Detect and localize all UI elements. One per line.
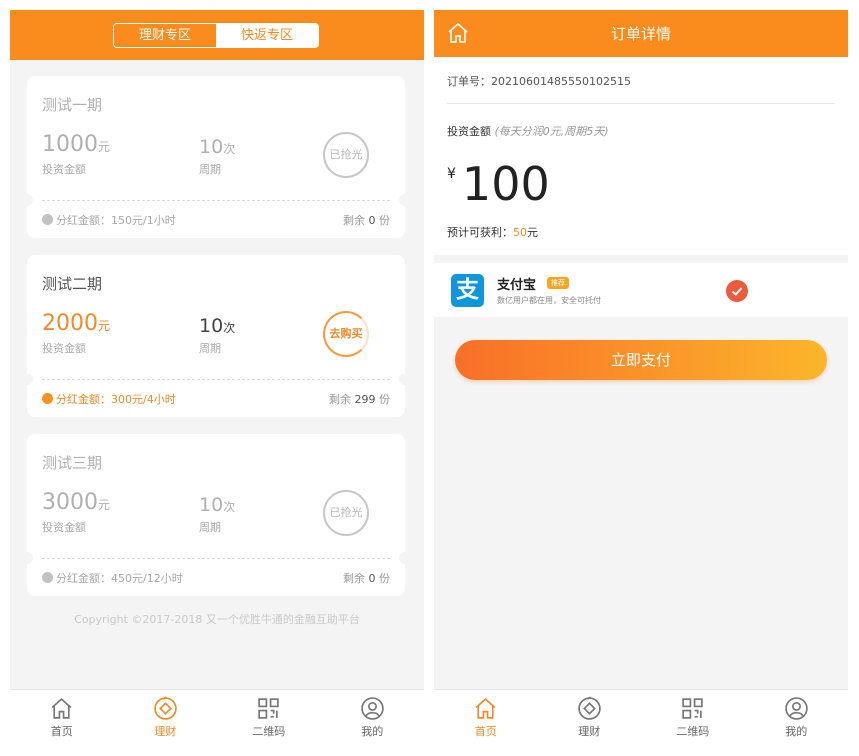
product-list-screen: 理财专区 快返专区 测试一期 1000元 投资金额 10次 周期 已抢光 分红金… (10, 10, 424, 746)
nav-mine[interactable]: 我的 (321, 690, 425, 746)
bottom-tab-bar: 首页 理财 二维码 我的 (10, 689, 424, 746)
product-card-2[interactable]: 测试二期 2000元 投资金额 10次 周期 去购买 分红金额：300元/4小时… (21, 255, 411, 417)
card-divider (42, 379, 390, 380)
zone-switcher: 理财专区 快返专区 (113, 23, 319, 48)
coin-icon (42, 572, 53, 583)
payment-name: 支付宝 (497, 278, 537, 293)
amount-label: 投资金额 (42, 521, 86, 534)
finance-icon (578, 696, 601, 720)
nav-qrcode[interactable]: 二维码 (641, 690, 745, 746)
order-detail-header: 订单详情 (434, 10, 848, 57)
dividend-row: 分红金额：450元/12小时 剩余 0 份 (42, 570, 390, 586)
home-icon (51, 698, 72, 719)
product-title: 测试一期 (42, 96, 103, 114)
amount-label: 投资金额 (42, 163, 86, 176)
qrcode-icon (258, 698, 279, 719)
payment-method-alipay[interactable]: 支 支付宝 推荐 数亿用户都在用，安全可托付 (434, 263, 848, 317)
sold-out-stamp: 已抢光 (323, 132, 369, 178)
amount-label: 投资金额 (42, 342, 86, 355)
home-icon (475, 698, 496, 719)
nav-home[interactable]: 首页 (10, 690, 114, 746)
alipay-icon: 支 (451, 274, 484, 307)
nav-home[interactable]: 首页 (434, 690, 538, 746)
expected-profit: 预计可获利：50元 (447, 226, 538, 239)
product-amount: 1000元 (42, 132, 111, 157)
user-icon (361, 697, 384, 720)
check-icon (731, 287, 743, 296)
remaining-count: 剩余 0 份 (343, 214, 390, 227)
remaining-count: 剩余 299 份 (329, 393, 390, 406)
page-title: 订单详情 (610, 25, 671, 43)
product-card-3[interactable]: 测试三期 3000元 投资金额 10次 周期 已抢光 分红金额：450元/12小… (21, 434, 411, 596)
remaining-count: 剩余 0 份 (343, 572, 390, 585)
investment-label: 投资金额 (每天分润0元,周期5天) (447, 125, 609, 138)
cycle-label: 周期 (199, 342, 221, 355)
tab-quick-return-zone[interactable]: 快返专区 (216, 24, 318, 47)
cycle-label: 周期 (199, 521, 221, 534)
buy-button[interactable]: 去购买 (323, 311, 369, 357)
finance-icon (154, 696, 177, 720)
card-divider (42, 558, 390, 559)
tab-finance-zone[interactable]: 理财专区 (114, 24, 216, 47)
copyright-text: Copyright ©2017-2018 又一个优胜牛通的金融互助平台 (74, 613, 360, 626)
selected-check-icon[interactable] (726, 280, 748, 302)
sold-out-stamp: 已抢光 (323, 490, 369, 536)
nav-finance[interactable]: 理财 (114, 690, 218, 746)
product-amount: 3000元 (42, 490, 111, 515)
pay-now-button[interactable]: 立即支付 (455, 340, 827, 380)
card-divider (42, 200, 390, 201)
bottom-tab-bar: 首页 理财 二维码 我的 (434, 689, 848, 746)
nav-qrcode[interactable]: 二维码 (217, 690, 321, 746)
product-list-header: 理财专区 快返专区 (10, 10, 424, 60)
cycle-label: 周期 (199, 163, 221, 176)
nav-finance[interactable]: 理财 (538, 690, 642, 746)
dividend-row: 分红金额：300元/4小时 剩余 299 份 (42, 391, 390, 407)
order-detail-screen: 订单详情 订单号：20210601485550102515 投资金额 (每天分润… (434, 10, 848, 746)
coin-icon (42, 393, 53, 404)
product-cycle: 10次 (199, 315, 236, 337)
order-number: 订单号：20210601485550102515 (447, 75, 631, 88)
dividend-row: 分红金额：150元/1小时 剩余 0 份 (42, 212, 390, 228)
recommend-badge: 推荐 (547, 277, 569, 289)
coin-icon (42, 214, 53, 225)
divider (447, 103, 835, 104)
user-icon (785, 697, 808, 720)
product-cycle: 10次 (199, 136, 236, 158)
product-cycle: 10次 (199, 494, 236, 516)
qrcode-icon (682, 698, 703, 719)
product-title: 测试二期 (42, 275, 103, 293)
payment-description: 数亿用户都在用，安全可托付 (497, 296, 601, 305)
product-card-1[interactable]: 测试一期 1000元 投资金额 10次 周期 已抢光 分红金额：150元/1小时… (21, 76, 411, 238)
nav-mine[interactable]: 我的 (745, 690, 849, 746)
investment-amount: ¥100 (447, 157, 550, 211)
product-title: 测试三期 (42, 454, 103, 472)
order-info: 订单号：20210601485550102515 投资金额 (每天分润0元,周期… (434, 57, 848, 255)
product-amount: 2000元 (42, 311, 111, 336)
